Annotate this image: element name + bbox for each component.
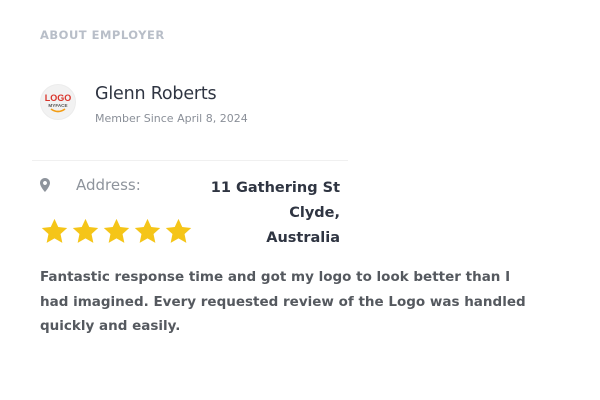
star-icon	[41, 218, 68, 243]
logo-text-top: LOGO	[45, 93, 72, 103]
section-title: ABOUT EMPLOYER	[40, 28, 165, 42]
logo-text-bottom: MYFACE	[48, 103, 67, 108]
star-icon	[72, 218, 99, 243]
member-since: Member Since April 8, 2024	[95, 112, 248, 125]
star-icon	[134, 218, 161, 243]
employer-card: LOGO MYFACE Glenn Roberts Member Since A…	[40, 82, 248, 125]
star-rating	[40, 217, 193, 246]
address-label: Address:	[76, 176, 141, 194]
logo-smile	[50, 108, 66, 113]
employer-logo-avatar: LOGO MYFACE	[40, 84, 76, 120]
map-pin-icon	[40, 178, 50, 192]
divider	[32, 160, 348, 161]
review-text: Fantastic response time and got my logo …	[40, 269, 526, 334]
logo-image: LOGO MYFACE	[45, 93, 72, 113]
employer-name[interactable]: Glenn Roberts	[95, 82, 248, 106]
star-icon	[165, 218, 192, 243]
star-icon	[103, 218, 130, 243]
employer-info: Glenn Roberts Member Since April 8, 2024	[95, 82, 248, 125]
